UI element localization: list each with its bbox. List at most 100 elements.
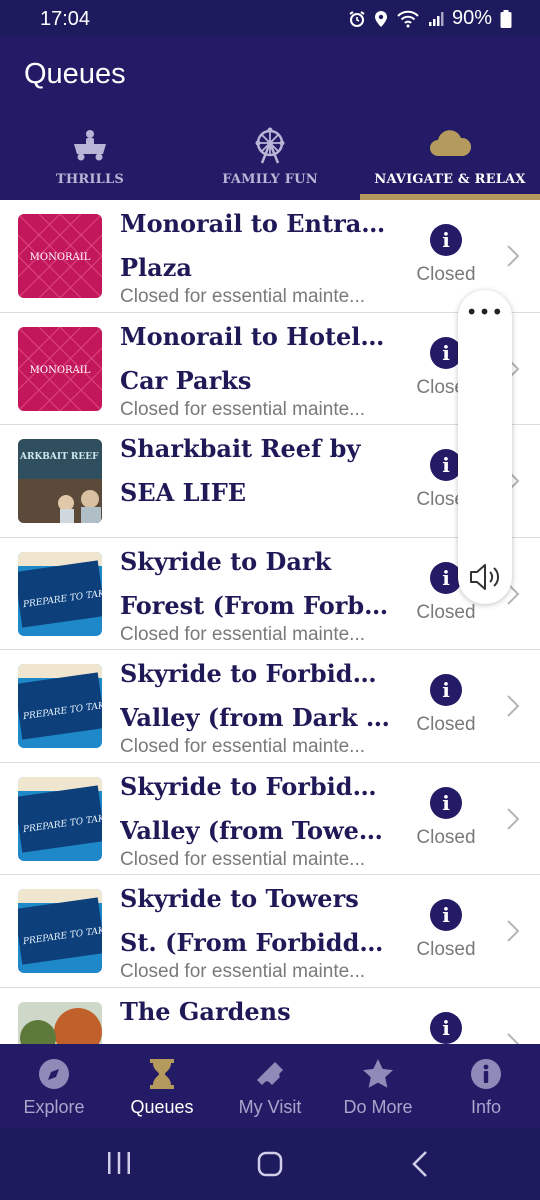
star-icon bbox=[362, 1058, 394, 1094]
ticket-icon bbox=[253, 1058, 287, 1096]
home-icon[interactable] bbox=[256, 1150, 284, 1182]
monorail-thumbnail: MONORAIL bbox=[18, 214, 102, 298]
row-title-line2: Car Parks bbox=[120, 365, 252, 395]
more-dots-icon[interactable]: ••• bbox=[458, 302, 512, 322]
cloud-icon bbox=[428, 126, 472, 166]
row-title-line2: The Gardens bbox=[120, 996, 291, 1026]
row-title: Sharkbait Reef by SEA LIFE bbox=[120, 427, 390, 515]
nav-queues[interactable]: Queues bbox=[108, 1044, 216, 1128]
row-subtitle: Closed for essential mainte... bbox=[120, 398, 366, 420]
info-icon[interactable]: i bbox=[430, 1011, 462, 1044]
queue-status: Closed bbox=[416, 714, 476, 735]
ferris-wheel-icon bbox=[250, 126, 290, 170]
nav-label: Info bbox=[470, 1097, 502, 1117]
ride-car-icon bbox=[70, 126, 110, 166]
info-icon[interactable]: i bbox=[430, 786, 462, 819]
nav-my-visit[interactable]: My Visit bbox=[216, 1044, 324, 1128]
row-title: Skyride to Towers St. (From Forbidden... bbox=[120, 877, 390, 965]
thumb-text: ARKBAIT REEF SEA LIFE AQUARIUM bbox=[19, 452, 102, 462]
gardens-thumbnail bbox=[18, 1001, 102, 1044]
compass-icon bbox=[38, 1058, 70, 1094]
status-time: 17:04 bbox=[40, 8, 91, 30]
status-icons: 90% bbox=[348, 7, 512, 30]
system-nav-bar bbox=[0, 1128, 540, 1200]
volume-icon[interactable] bbox=[468, 562, 502, 596]
row-title-line1: Monorail to Entrance bbox=[120, 209, 390, 238]
row-title-line1: Skyride to Towers bbox=[120, 884, 359, 913]
info-icon[interactable]: i bbox=[430, 674, 462, 706]
skyride-thumbnail: PREPARE TO TAKE FLIGHT bbox=[18, 551, 102, 636]
skyride-thumbnail: PREPARE TO TAKE FLIGHT bbox=[18, 664, 102, 748]
row-subtitle: Closed for essential mainte... bbox=[120, 286, 366, 307]
location-icon bbox=[374, 10, 387, 27]
nav-label: My Visit bbox=[238, 1097, 302, 1117]
skyride-thumbnail: PREPARE TO TAKE FLIGHT bbox=[18, 889, 102, 973]
row-title-line1: Skyride to Forbidden bbox=[120, 659, 390, 688]
thumb-text: MONORAIL bbox=[30, 252, 91, 263]
list-item[interactable]: The Gardens i bbox=[0, 988, 540, 1044]
list-item[interactable]: PREPARE TO TAKE FLIGHT Skyride to Forbid… bbox=[0, 650, 540, 763]
row-title-line2: Valley (from Tower... bbox=[120, 815, 390, 845]
row-subtitle: Closed for essential mainte... bbox=[120, 623, 366, 645]
row-title: Skyride to Forbidden Valley (from Dark F.… bbox=[120, 652, 390, 740]
tab-navigate-relax[interactable]: NAVIGATE & RELAX bbox=[360, 120, 540, 200]
queue-status: Closed bbox=[416, 826, 476, 848]
battery-icon bbox=[500, 9, 512, 28]
queue-status: Closed bbox=[416, 601, 476, 623]
nav-do-more[interactable]: Do More bbox=[324, 1044, 432, 1128]
recent-apps-icon[interactable] bbox=[106, 1150, 132, 1180]
list-item[interactable]: MONORAIL Monorail to Entrance Plaza Close… bbox=[0, 200, 540, 313]
battery-percent: 90% bbox=[451, 7, 492, 29]
row-subtitle: Closed for essential mainte... bbox=[120, 736, 366, 757]
tab-family-fun[interactable]: FAMILY FUN bbox=[180, 120, 360, 200]
status-bar: 17:04 90% bbox=[0, 0, 540, 36]
tab-label: FAMILY FUN bbox=[222, 172, 318, 187]
row-title: Skyride to Dark Forest (From Forbid... bbox=[120, 540, 390, 628]
list-item[interactable]: PREPARE TO TAKE FLIGHT Skyride to Forbid… bbox=[0, 763, 540, 875]
row-title: Monorail to Hotels & Car Parks bbox=[120, 315, 390, 403]
tab-label: THRILLS bbox=[56, 172, 124, 187]
floating-side-panel: ••• bbox=[458, 290, 512, 604]
chevron-right-icon bbox=[506, 694, 520, 722]
row-title: The Gardens bbox=[120, 990, 390, 1034]
queue-status: Closed bbox=[416, 939, 476, 960]
nav-label: Explore bbox=[23, 1097, 85, 1117]
info-icon[interactable]: i bbox=[430, 899, 462, 931]
row-title-line2: SEA LIFE bbox=[120, 478, 247, 507]
chevron-right-icon bbox=[506, 919, 520, 947]
hourglass-icon bbox=[149, 1058, 175, 1094]
wifi-icon bbox=[397, 10, 419, 27]
queue-status: Closed bbox=[416, 264, 476, 285]
page-title: Queues bbox=[24, 58, 126, 90]
row-title-line2: Forest (From Forbid... bbox=[120, 590, 390, 620]
row-title-line1: Skyride to Forbidden bbox=[120, 771, 390, 801]
bottom-nav: Explore Queues My Visit Do More Info bbox=[0, 1044, 540, 1128]
sharkbait-thumbnail: ARKBAIT REEF SEA LIFE AQUARIUM bbox=[18, 439, 102, 523]
row-title-line1: Sharkbait Reef by bbox=[120, 434, 361, 463]
row-subtitle: Closed for essential mainte... bbox=[120, 961, 366, 982]
signal-icon bbox=[428, 11, 444, 26]
skyride-thumbnail: PREPARE TO TAKE FLIGHT bbox=[18, 776, 102, 861]
info-icon[interactable]: i bbox=[430, 224, 462, 256]
row-title: Skyride to Forbidden Valley (from Tower..… bbox=[120, 765, 390, 853]
info-icon bbox=[470, 1058, 502, 1094]
app-header: Queues THRILLS FAMILY FUN NAVIGATE & REL… bbox=[0, 36, 540, 200]
nav-explore[interactable]: Explore bbox=[0, 1044, 108, 1128]
tab-thrills[interactable]: THRILLS bbox=[0, 120, 180, 200]
tab-label: NAVIGATE & RELAX bbox=[374, 172, 526, 187]
row-title-line2: Plaza bbox=[120, 253, 192, 282]
row-title-line2: Valley (from Dark F... bbox=[120, 703, 390, 732]
nav-info[interactable]: Info bbox=[432, 1044, 540, 1128]
chevron-right-icon bbox=[506, 807, 520, 835]
row-subtitle: Closed for essential mainte... bbox=[120, 848, 366, 870]
row-title: Monorail to Entrance Plaza bbox=[120, 202, 390, 290]
back-icon[interactable] bbox=[410, 1150, 430, 1182]
list-item[interactable]: PREPARE TO TAKE FLIGHT Skyride to Towers… bbox=[0, 875, 540, 988]
row-title-line1: Skyride to Dark bbox=[120, 546, 332, 576]
monorail-thumbnail: MONORAIL bbox=[18, 326, 102, 411]
row-title-line2: St. (From Forbidden... bbox=[120, 928, 390, 957]
category-tabs: THRILLS FAMILY FUN NAVIGATE & RELAX bbox=[0, 120, 540, 200]
row-title-line1: Monorail to Hotels & bbox=[120, 321, 390, 351]
chevron-right-icon bbox=[506, 1032, 520, 1044]
alarm-icon bbox=[349, 10, 365, 27]
